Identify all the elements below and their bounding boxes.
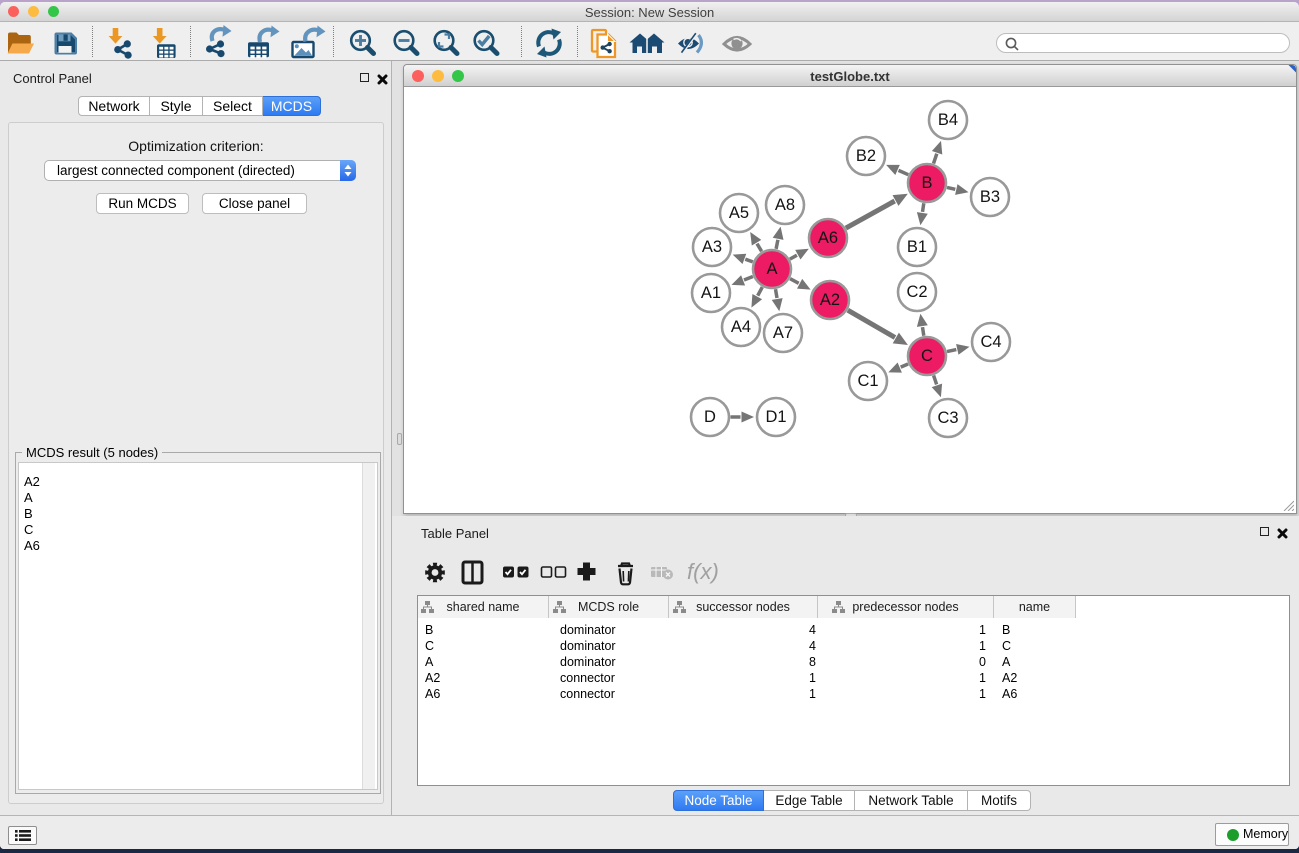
svg-text:C4: C4 [980, 333, 1001, 351]
svg-text:A: A [766, 260, 777, 278]
svg-text:D: D [704, 408, 716, 426]
svg-text:A4: A4 [731, 318, 751, 336]
svg-text:f(x): f(x) [687, 559, 719, 584]
svg-text:C: C [921, 347, 933, 365]
svg-text:C3: C3 [937, 409, 958, 427]
svg-text:A5: A5 [729, 204, 749, 222]
svg-text:A6: A6 [818, 229, 838, 247]
svg-text:B1: B1 [907, 238, 927, 256]
svg-text:C1: C1 [857, 372, 878, 390]
svg-text:C2: C2 [906, 283, 927, 301]
svg-text:A2: A2 [820, 291, 840, 309]
svg-text:A1: A1 [701, 284, 721, 302]
svg-text:B3: B3 [980, 188, 1000, 206]
svg-text:B4: B4 [938, 111, 958, 129]
svg-text:D1: D1 [765, 408, 786, 426]
svg-text:B: B [921, 174, 932, 192]
svg-text:B2: B2 [856, 147, 876, 165]
svg-text:A7: A7 [773, 324, 793, 342]
svg-text:A3: A3 [702, 238, 722, 256]
svg-text:A8: A8 [775, 196, 795, 214]
